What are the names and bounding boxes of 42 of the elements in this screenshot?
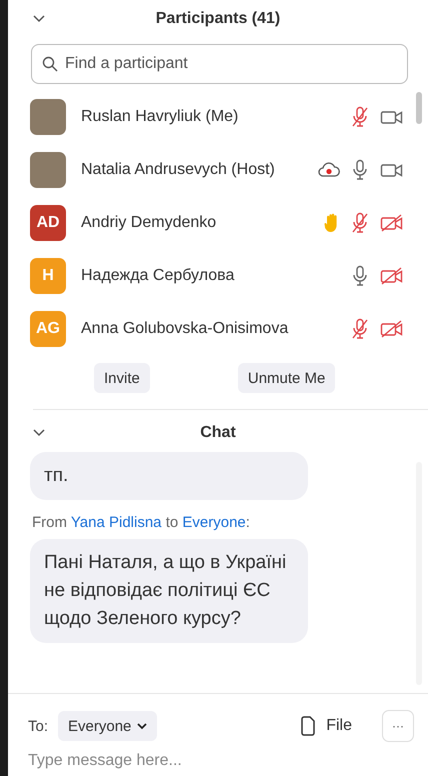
panel-button[interactable]: Unmute Me [238,363,336,393]
scrollbar[interactable] [416,92,422,124]
participant-row[interactable]: Ruslan Havryliuk (Me) [8,90,414,143]
recipient-link[interactable]: Everyone [182,514,246,531]
participant-row[interactable]: AG Anna Golubovska-Onisimova [8,302,414,355]
file-icon [300,716,316,736]
participant-name: Надежда Сербулова [81,266,236,284]
collapse-chevron-icon[interactable] [33,15,45,23]
participant-name: Ruslan Havryliuk (Me) [81,108,240,126]
message-bubble: тп. [30,452,308,500]
participant-row[interactable]: H Надежда Сербулова [8,249,414,302]
video-off-icon[interactable] [380,214,404,232]
recipient-dropdown[interactable]: Everyone [58,711,158,741]
participant-name: Natalia Andrusevych (Host) [81,160,276,178]
participant-row[interactable]: Natalia Andrusevych (Host) [8,143,414,196]
video-off-icon[interactable] [380,320,404,338]
avatar: H [30,258,66,294]
panel-button[interactable]: Invite [94,363,150,393]
muted-microphone-icon[interactable] [350,318,370,340]
participant-name: Andriy Demydenko [81,214,218,232]
search-field[interactable]: Find a participant [31,44,408,84]
muted-microphone-icon[interactable] [350,106,370,128]
participant-name: Anna Golubovska-Onisimova [81,320,290,338]
message-bubble: Пані Наталя, а що в Україні не відповідає політиці ЄС щодо Зеленого курсу? [30,539,308,643]
participant-row[interactable]: AD Andriy Demydenko [8,196,414,249]
more-button[interactable]: ··· [382,710,414,742]
photo-placeholder [30,152,66,188]
collapse-chevron-icon[interactable] [33,429,45,437]
caret-icon [137,722,148,730]
panel-title: Participants (41) [156,10,280,28]
avatar: AG [30,310,66,346]
panel-title: Chat [200,424,236,442]
to-label: To: [28,718,48,734]
photo-placeholder [30,98,66,134]
sender-link[interactable]: Yana Pidlisna [70,514,162,531]
message-input-field[interactable]: Type message here... [28,752,428,770]
avatar: AD [30,204,66,240]
file-button[interactable]: File [294,715,358,737]
muted-microphone-icon[interactable] [350,212,370,234]
message-header: From Yana Pidlisna to Everyone: [32,514,251,531]
video-off-icon[interactable] [380,266,404,284]
search-icon [42,56,58,72]
